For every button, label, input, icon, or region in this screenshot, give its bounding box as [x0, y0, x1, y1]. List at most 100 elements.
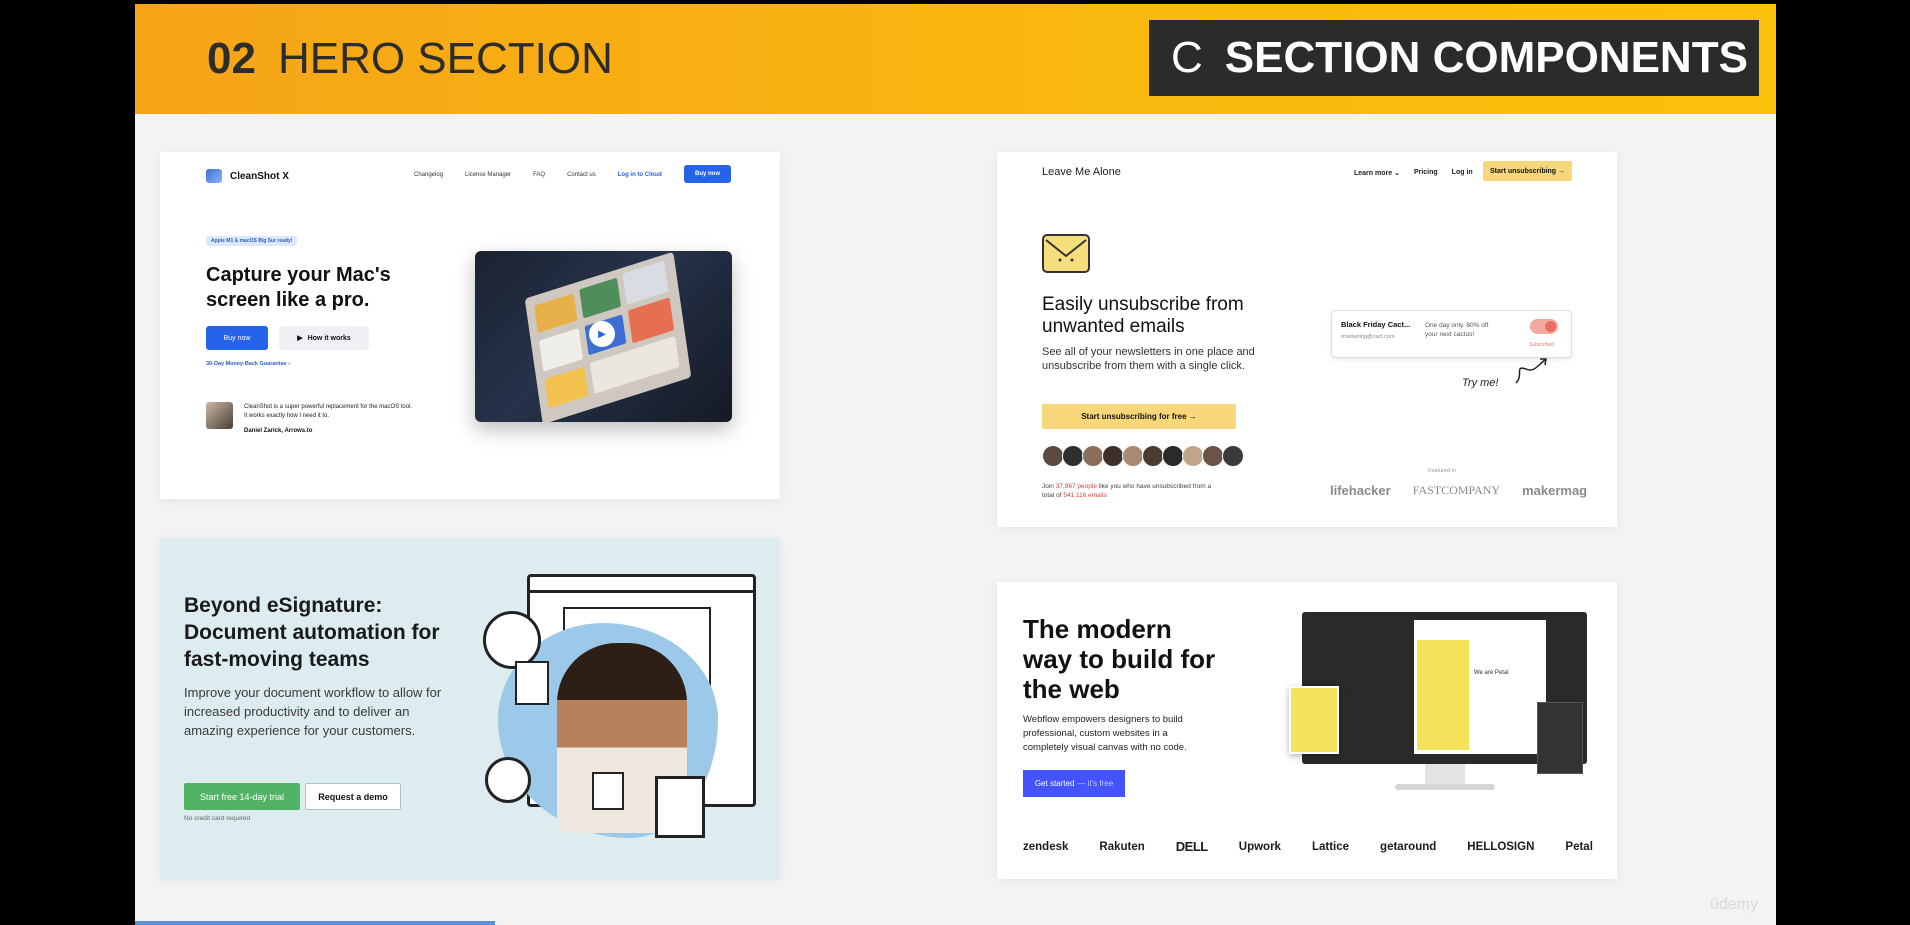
nav-learn-more[interactable]: Learn more ⌄	[1354, 169, 1400, 177]
section-heading: 02 HERO SECTION	[207, 34, 613, 84]
avatar-circle-icon	[485, 757, 531, 803]
emails-count: 541,116 emails	[1063, 492, 1107, 499]
press-logos: lifehacker FASTCOMPANY makermag	[1330, 483, 1587, 498]
cleanshot-logo-icon	[206, 169, 222, 183]
product-video-thumbnail[interactable]: ▶	[475, 251, 732, 422]
people-count: 37,967 people	[1055, 483, 1097, 490]
portrait-frame-icon	[655, 776, 705, 838]
nav-faq[interactable]: FAQ	[533, 172, 545, 178]
webflow-hero-card: The modern way to build for the web Webf…	[997, 582, 1617, 879]
video-progress-bar[interactable]	[135, 921, 495, 925]
avatar	[1142, 445, 1164, 467]
document-icon	[592, 772, 624, 810]
components-letter: C	[1171, 33, 1203, 82]
try-me-label: Try me!	[1462, 377, 1499, 389]
avatar	[1122, 445, 1144, 467]
newsletter-preview-card: Black Friday Cact... rmarketing@cact.com…	[1331, 310, 1572, 358]
mail-title: Black Friday Cact...	[1341, 320, 1411, 329]
avatar	[1062, 445, 1084, 467]
monitor-stand	[1425, 764, 1465, 786]
slide-banner: 02 HERO SECTION C SECTION COMPONENTS	[135, 4, 1776, 114]
play-video-icon[interactable]: ▶	[589, 321, 615, 347]
cleanshot-nav: Changelog License Manager FAQ Contact us…	[414, 172, 662, 178]
color-picker-panel	[1537, 702, 1583, 774]
getaround-logo: getaround	[1380, 840, 1437, 853]
cleanshot-logo: CleanShot X	[206, 169, 289, 183]
esign-body: Improve your document workflow to allow …	[184, 685, 442, 738]
how-it-works-label: How it works	[307, 334, 351, 342]
get-started-label: Get started	[1034, 779, 1075, 788]
tablet-preview-illustration	[1289, 686, 1339, 754]
lattice-logo: Lattice	[1311, 840, 1350, 853]
webflow-body: Webflow empowers designers to build prof…	[1023, 714, 1187, 753]
nav-contact[interactable]: Contact us	[567, 172, 596, 178]
play-icon: ▶	[297, 335, 303, 342]
buy-now-top-button[interactable]: Buy now	[684, 165, 731, 183]
nav-login-cloud[interactable]: Log in to Cloud	[618, 172, 662, 178]
dell-logo: DELL	[1175, 839, 1208, 854]
makermag-logo: makermag	[1522, 483, 1588, 498]
monitor-base	[1395, 784, 1495, 790]
cleanshot-logo-text: CleanShot X	[230, 170, 289, 182]
start-trial-button[interactable]: Start free 14-day trial	[184, 783, 300, 810]
document-icon	[515, 661, 549, 705]
join-text: Join	[1042, 483, 1056, 490]
featured-in-label: Featured in	[1428, 468, 1456, 474]
rakuten-logo: Rakuten	[1099, 840, 1145, 853]
avatar	[1042, 445, 1064, 467]
how-it-works-button[interactable]: ▶ How it works	[279, 326, 369, 350]
esignature-hero-card: Beyond eSignature: Document automation f…	[160, 538, 780, 879]
petal-logo: Petal	[1565, 840, 1593, 853]
lifehacker-logo: lifehacker	[1330, 483, 1391, 498]
lma-logo: Leave Me Alone	[1042, 166, 1121, 178]
testimonial-avatar	[206, 402, 233, 429]
get-started-button[interactable]: Get started — it's free	[1023, 770, 1125, 797]
avatar	[1202, 445, 1224, 467]
free-label: — it's free	[1077, 779, 1114, 788]
section-number: 02	[207, 34, 256, 83]
mail-sender: rmarketing@cact.com	[1341, 334, 1395, 340]
avatar	[1182, 445, 1204, 467]
cleanshot-hero-card: CleanShot X Changelog License Manager FA…	[160, 152, 780, 499]
section-title: HERO SECTION	[277, 34, 613, 83]
social-proof-text: Join 37,967 people like you who have uns…	[1042, 482, 1222, 500]
yellow-hero-block	[1417, 640, 1469, 750]
curly-arrow-icon	[1515, 358, 1547, 384]
avatar	[1082, 445, 1104, 467]
avatar	[1102, 445, 1124, 467]
envelope-mascot-icon	[1042, 234, 1090, 273]
lma-subheadline: See all of your newsletters in one place…	[1042, 346, 1255, 372]
nav-license-manager[interactable]: License Manager	[465, 172, 511, 178]
testimonial-author: Daniel Zarick, Arrows.to	[244, 428, 313, 434]
mail-body: One day only. 80% off your next cactus!	[1425, 322, 1489, 338]
customer-logos: zendesk Rakuten DELL Upwork Lattice geta…	[1023, 839, 1593, 854]
lma-headline: Easily unsubscribe from unwanted emails	[1042, 294, 1244, 337]
udemy-watermark: ūdemy	[1710, 896, 1759, 913]
user-avatars	[1042, 445, 1244, 467]
testimonial-quote: CleanShot is a super powerful replacemen…	[244, 404, 413, 419]
hellosign-logo: HELLOSIGN	[1467, 840, 1535, 853]
guarantee-link[interactable]: 30-Day Money-Back Guarantee ›	[206, 361, 290, 367]
subscribe-toggle[interactable]	[1530, 319, 1558, 334]
no-credit-card-note: No credit card required	[184, 815, 251, 822]
avatar	[1222, 445, 1244, 467]
upwork-logo: Upwork	[1238, 840, 1281, 853]
cleanshot-headline: Capture your Mac's screen like a pro.	[206, 264, 391, 311]
compat-badge: Apple M1 & macOS Big Sur ready!	[206, 236, 298, 246]
start-unsubscribing-top-button[interactable]: Start unsubscribing →	[1483, 161, 1572, 181]
webflow-headline: The modern way to build for the web	[1023, 614, 1216, 704]
buy-now-button[interactable]: Buy now	[206, 326, 268, 350]
nav-changelog[interactable]: Changelog	[414, 172, 443, 178]
fastcompany-logo: FASTCOMPANY	[1412, 483, 1501, 497]
nav-pricing[interactable]: Pricing	[1414, 169, 1438, 177]
canvas-heading: We are Petal	[1474, 670, 1509, 676]
start-unsubscribing-button[interactable]: Start unsubscribing for free →	[1042, 404, 1236, 429]
avatar	[1162, 445, 1184, 467]
lma-nav: Learn more ⌄ Pricing Log in	[1354, 169, 1473, 177]
nav-login[interactable]: Log in	[1452, 169, 1473, 177]
esign-headline: Beyond eSignature: Document automation f…	[184, 594, 440, 671]
request-demo-button[interactable]: Request a demo	[305, 783, 401, 810]
zendesk-logo: zendesk	[1023, 840, 1069, 853]
components-badge: C SECTION COMPONENTS	[1149, 20, 1759, 96]
subscribed-label: Subscribed	[1529, 342, 1555, 348]
